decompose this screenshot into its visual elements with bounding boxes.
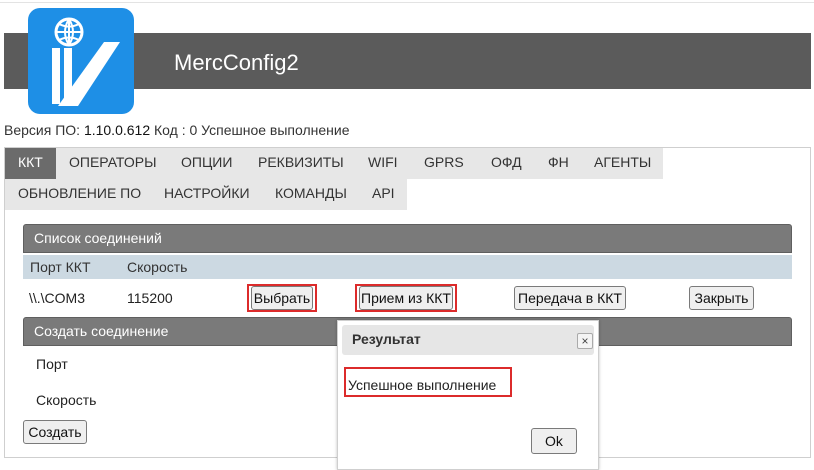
tab-commands[interactable]: КОМАНДЫ — [262, 179, 360, 210]
version-line: Версия ПО: 1.10.0.612 Код : 0 Успешное в… — [4, 122, 350, 138]
dialog-header: Результат × — [342, 325, 594, 355]
code-value: 0 — [189, 122, 198, 138]
tab-kkt[interactable]: ККТ — [5, 148, 56, 179]
tab-api[interactable]: API — [359, 179, 408, 210]
column-port: Порт ККТ — [30, 259, 91, 275]
connections-section-header: Список соединений — [23, 224, 792, 253]
port-label: Порт — [36, 356, 68, 372]
speed-label: Скорость — [36, 392, 97, 408]
tab-bar: ККТ ОПЕРАТОРЫ ОПЦИИ РЕКВИЗИТЫ WIFI GPRS … — [5, 148, 810, 210]
tab-fn[interactable]: ФН — [535, 148, 582, 179]
column-speed: Скорость — [127, 259, 188, 275]
tab-row-1: ККТ ОПЕРАТОРЫ ОПЦИИ РЕКВИЗИТЫ WIFI GPRS … — [5, 148, 663, 179]
connections-column-header: Порт ККТ Скорость — [23, 255, 792, 279]
app-title: MercConfig2 — [174, 50, 299, 75]
status-text: Успешное выполнение — [201, 122, 350, 138]
dialog-message: Успешное выполнение — [348, 377, 497, 393]
connection-port-cell: \\.\COM3 — [29, 290, 86, 306]
dialog-title: Результат — [352, 331, 421, 347]
ok-button[interactable]: Ok — [531, 428, 577, 454]
tab-settings[interactable]: НАСТРОЙКИ — [151, 179, 263, 210]
tab-update[interactable]: ОБНОВЛЕНИЕ ПО — [5, 179, 154, 210]
tab-operators[interactable]: ОПЕРАТОРЫ — [56, 148, 169, 179]
close-icon[interactable]: × — [577, 333, 593, 349]
tab-wifi[interactable]: WIFI — [355, 148, 411, 179]
select-button[interactable]: Выбрать — [251, 286, 313, 310]
receive-from-kkt-button[interactable]: Прием из ККТ — [359, 286, 453, 310]
create-button[interactable]: Создать — [23, 420, 87, 444]
tab-gprs[interactable]: GPRS — [411, 148, 477, 179]
tab-row-2: ОБНОВЛЕНИЕ ПО НАСТРОЙКИ КОМАНДЫ API — [5, 179, 407, 210]
version-label: Версия ПО: — [4, 122, 81, 138]
code-label: Код : — [154, 122, 186, 138]
connection-speed-cell: 115200 — [127, 290, 173, 306]
tab-ofd[interactable]: ОФД — [478, 148, 535, 179]
send-to-kkt-button[interactable]: Передача в ККТ — [514, 286, 626, 310]
tab-options[interactable]: ОПЦИИ — [168, 148, 245, 179]
tab-requisites[interactable]: РЕКВИЗИТЫ — [245, 148, 357, 179]
top-divider — [0, 2, 814, 3]
tab-agents[interactable]: АГЕНТЫ — [581, 148, 664, 179]
globe-logo-icon — [52, 17, 120, 106]
close-connection-button[interactable]: Закрыть — [689, 286, 754, 310]
app-logo — [28, 8, 134, 114]
result-dialog: Результат × Успешное выполнение Ok — [337, 320, 599, 470]
version-value: 1.10.0.612 — [83, 122, 151, 138]
